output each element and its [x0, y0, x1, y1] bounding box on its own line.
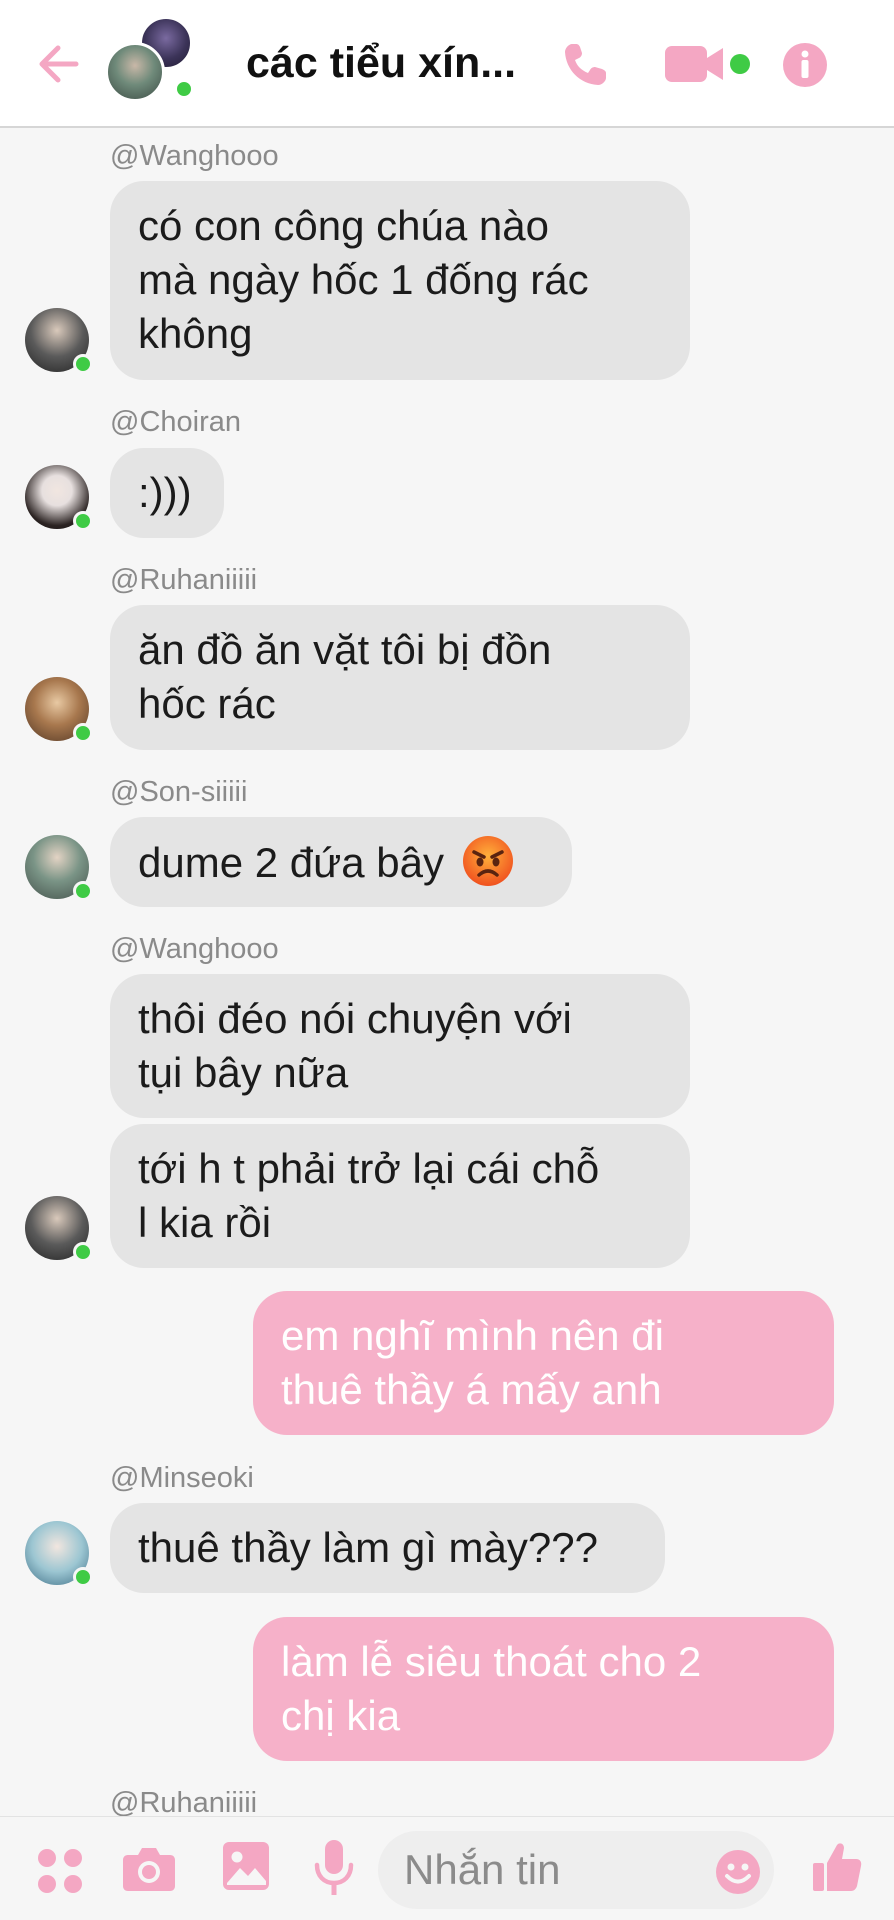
message-bubble[interactable]: ăn đồ ăn vặt tôi bị đồn hốc rác	[110, 605, 690, 750]
phone-call-icon[interactable]	[560, 40, 610, 90]
online-status-dot	[73, 1567, 93, 1587]
online-status-dot	[73, 354, 93, 374]
avatar[interactable]	[25, 308, 93, 374]
online-status-dot	[173, 78, 195, 100]
microphone-icon[interactable]	[314, 1839, 354, 1897]
image-icon[interactable]	[222, 1841, 270, 1891]
online-status-dot	[73, 1242, 93, 1262]
sender-name: @Wanghooo	[110, 933, 279, 965]
group-avatar[interactable]	[105, 16, 195, 106]
sender-name: @Minseoki	[110, 1462, 254, 1494]
message-bubble[interactable]: thuê thầy làm gì mày???	[110, 1503, 665, 1593]
avatar[interactable]	[25, 465, 93, 531]
online-status-dot	[73, 511, 93, 531]
message-bubble[interactable]: tới h t phải trở lại cái chỗ l kia rồi	[110, 1124, 690, 1268]
message-bubble[interactable]: dume 2 đứa bây	[110, 817, 572, 907]
my-message-bubble[interactable]: em nghĩ mình nên đi thuê thầy á mấy anh	[253, 1291, 834, 1435]
angry-face-icon	[462, 836, 513, 886]
composer-bar: Nhắn tin	[0, 1816, 894, 1920]
message-input[interactable]: Nhắn tin	[378, 1831, 774, 1909]
online-status-dot	[73, 881, 93, 901]
sender-name: @Son-siiiii	[110, 776, 248, 808]
message-input-placeholder: Nhắn tin	[404, 1846, 561, 1893]
sender-name: @Ruhaniiiii	[110, 564, 258, 596]
sender-name: @Choiran	[110, 406, 241, 438]
info-icon[interactable]	[782, 42, 828, 88]
avatar[interactable]	[25, 677, 93, 743]
message-bubble[interactable]: thôi đéo nói chuyện với tụi bây nữa	[110, 974, 690, 1118]
sender-name: @Ruhaniiiii	[110, 1787, 258, 1819]
video-call-icon[interactable]	[665, 42, 755, 86]
message-text: dume 2 đứa bây	[138, 839, 444, 886]
my-message-bubble[interactable]: làm lễ siêu thoát cho 2 chị kia	[253, 1617, 834, 1761]
back-arrow-icon[interactable]	[36, 44, 80, 84]
online-status-dot	[73, 723, 93, 743]
emoji-icon[interactable]	[715, 1849, 761, 1895]
message-bubble[interactable]: :)))	[110, 448, 224, 538]
avatar[interactable]	[25, 1521, 93, 1587]
avatar	[105, 42, 165, 102]
chat-header: các tiểu xín...	[0, 0, 894, 128]
message-bubble[interactable]: có con công chúa nào mà ngày hốc 1 đống …	[110, 181, 690, 380]
avatar[interactable]	[25, 835, 93, 901]
avatar[interactable]	[25, 1196, 93, 1262]
sender-name: @Wanghooo	[110, 140, 279, 172]
thumbs-up-icon[interactable]	[812, 1841, 862, 1893]
camera-icon[interactable]	[122, 1845, 176, 1893]
conversation-title[interactable]: các tiểu xín...	[246, 38, 516, 88]
apps-icon[interactable]	[36, 1847, 84, 1895]
